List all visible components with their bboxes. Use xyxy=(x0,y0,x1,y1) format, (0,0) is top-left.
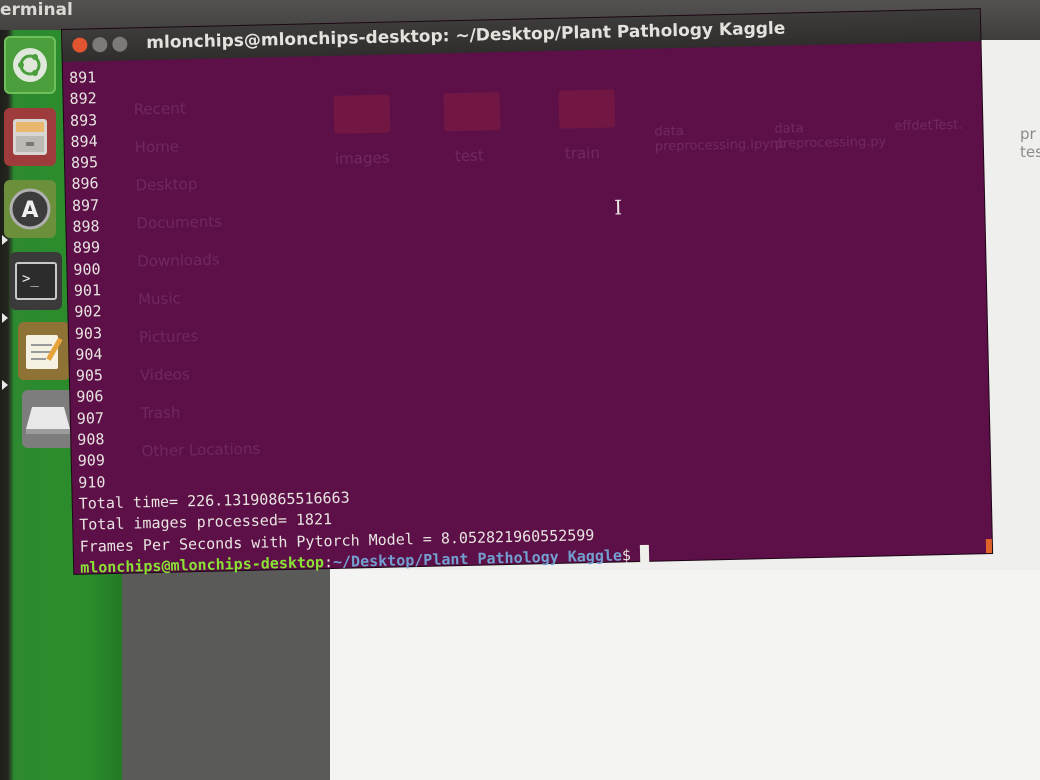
terminal-icon: >_ xyxy=(15,262,57,300)
file-label-partial[interactable]: pr tes xyxy=(1020,125,1040,161)
terminal-output[interactable]: 891 892 893 894 895 896 897 898 899 900 901 902 903 9… xyxy=(69,55,650,579)
file-manager-content xyxy=(320,570,1040,780)
terminal-button[interactable]: >_ xyxy=(10,252,62,310)
file-cabinet-icon xyxy=(13,119,47,155)
terminal-window[interactable]: mlonchips@mlonchips-desktop: ~/Desktop/P… xyxy=(62,9,993,577)
file-label: effdetTest. xyxy=(894,117,963,135)
file-manager-sidebar xyxy=(100,560,330,780)
ubuntu-logo-icon xyxy=(13,48,47,82)
running-indicator xyxy=(2,380,8,390)
notepad-icon xyxy=(26,335,63,369)
prompt-separator: : xyxy=(323,552,334,572)
close-button[interactable] xyxy=(72,37,88,53)
mouse-ibeam-icon: I xyxy=(613,195,623,220)
ubuntu-dash-button[interactable] xyxy=(4,36,56,94)
svg-text:A: A xyxy=(21,198,38,223)
file-label: data preprocessing.ipynb xyxy=(654,123,787,155)
running-indicator xyxy=(2,313,8,323)
terminal-body[interactable]: images test train data preprocessing.ipy… xyxy=(62,41,993,577)
drive-icon xyxy=(26,407,70,434)
resize-grip[interactable] xyxy=(985,539,993,554)
drive-button[interactable] xyxy=(22,390,74,448)
prompt-user: mlonchips@mlonchips-desktop xyxy=(79,553,325,577)
minimize-button[interactable] xyxy=(92,36,108,53)
text-editor-button[interactable] xyxy=(18,322,70,380)
text-cursor xyxy=(639,544,650,564)
updater-icon: A xyxy=(9,188,51,230)
files-button[interactable] xyxy=(4,108,56,166)
prompt-symbol: $ xyxy=(621,545,641,565)
file-label: data preprocessing.py xyxy=(774,121,887,152)
active-app-name: erminal xyxy=(0,0,73,20)
svg-text:>_: >_ xyxy=(22,271,39,287)
maximize-button[interactable] xyxy=(112,36,128,52)
software-updater-button[interactable]: A xyxy=(4,180,56,238)
